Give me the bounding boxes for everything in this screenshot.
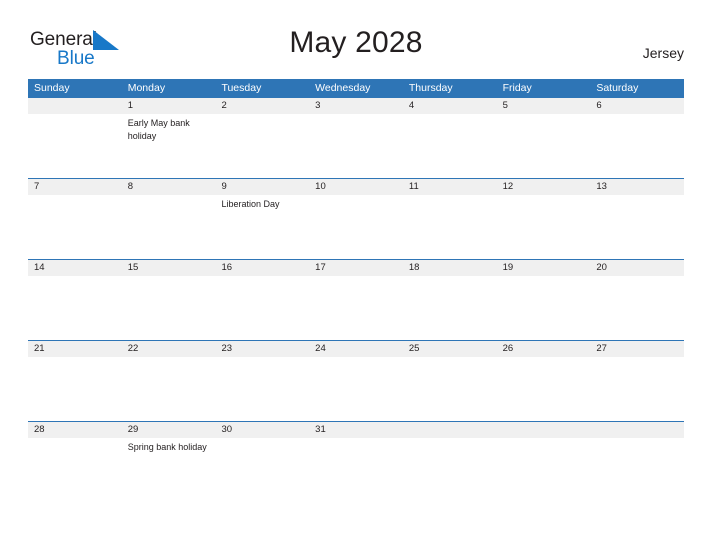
day-event <box>122 357 216 420</box>
day-number[interactable]: 22 <box>122 341 216 357</box>
day-number[interactable]: 6 <box>590 98 684 114</box>
day-number[interactable]: 25 <box>403 341 497 357</box>
day-event <box>309 438 403 501</box>
day-number[interactable]: 16 <box>215 260 309 276</box>
day-number[interactable]: 8 <box>122 179 216 195</box>
day-event <box>122 276 216 339</box>
day-event <box>28 438 122 501</box>
day-event <box>215 114 309 177</box>
weekday-header-friday: Friday <box>502 82 532 94</box>
weekday-header-wednesday: Wednesday <box>315 82 371 94</box>
day-number[interactable]: 20 <box>590 260 684 276</box>
day-event <box>309 357 403 420</box>
week-date-band: 1 2 3 4 5 6 <box>28 98 684 114</box>
week-event-band: Spring bank holiday <box>28 438 684 501</box>
day-number[interactable]: 27 <box>590 341 684 357</box>
week-date-band: 7 8 9 10 11 12 13 <box>28 179 684 195</box>
weekday-header-row: Sunday Monday Tuesday Wednesday Thursday… <box>28 79 684 97</box>
day-event <box>590 438 684 501</box>
day-event <box>403 357 497 420</box>
calendar-page: General Blue May 2028 Jersey Sunday Mond… <box>0 0 712 550</box>
day-event <box>403 276 497 339</box>
day-number[interactable]: 14 <box>28 260 122 276</box>
day-number[interactable]: 9 <box>215 179 309 195</box>
day-number[interactable]: 2 <box>215 98 309 114</box>
day-number[interactable]: 5 <box>497 98 591 114</box>
week-event-band: Early May bank holiday <box>28 114 684 177</box>
day-event <box>497 438 591 501</box>
page-title: May 2028 <box>289 26 423 59</box>
week-row: 7 8 9 10 11 12 13 Liberation Day <box>28 178 684 259</box>
week-event-band <box>28 357 684 420</box>
day-event <box>403 114 497 177</box>
day-number[interactable]: 4 <box>403 98 497 114</box>
day-event <box>590 276 684 339</box>
day-number[interactable] <box>497 422 591 438</box>
day-event <box>497 357 591 420</box>
day-number[interactable]: 11 <box>403 179 497 195</box>
day-event <box>122 195 216 258</box>
day-number[interactable]: 10 <box>309 179 403 195</box>
day-number[interactable]: 13 <box>590 179 684 195</box>
day-event <box>28 276 122 339</box>
week-row: 14 15 16 17 18 19 20 <box>28 259 684 340</box>
day-number[interactable] <box>403 422 497 438</box>
day-number[interactable]: 26 <box>497 341 591 357</box>
page-header: General Blue May 2028 Jersey <box>0 0 712 79</box>
day-event <box>403 195 497 258</box>
day-number[interactable]: 19 <box>497 260 591 276</box>
calendar-table: Sunday Monday Tuesday Wednesday Thursday… <box>28 79 684 502</box>
region-label: Jersey <box>642 45 684 61</box>
day-event <box>497 114 591 177</box>
day-event: Liberation Day <box>221 199 280 209</box>
day-event <box>497 276 591 339</box>
day-event <box>28 357 122 420</box>
week-row: 21 22 23 24 25 26 27 <box>28 340 684 421</box>
day-event <box>309 276 403 339</box>
day-number[interactable]: 1 <box>122 98 216 114</box>
day-number[interactable]: 28 <box>28 422 122 438</box>
day-number[interactable]: 12 <box>497 179 591 195</box>
day-number[interactable]: 29 <box>122 422 216 438</box>
weekday-header-saturday: Saturday <box>596 82 639 94</box>
day-number[interactable]: 18 <box>403 260 497 276</box>
weekday-header-thursday: Thursday <box>408 82 453 94</box>
day-event <box>590 114 684 177</box>
day-event <box>497 195 591 258</box>
day-number[interactable]: 21 <box>28 341 122 357</box>
day-event: Early May bank holiday <box>127 118 190 141</box>
week-row: 1 2 3 4 5 6 Early May bank holiday <box>28 97 684 178</box>
day-number[interactable]: 17 <box>309 260 403 276</box>
week-date-band: 28 29 30 31 <box>28 422 684 438</box>
day-event: Spring bank holiday <box>127 442 207 452</box>
week-date-band: 14 15 16 17 18 19 20 <box>28 260 684 276</box>
day-event <box>215 438 309 501</box>
day-number[interactable] <box>28 98 122 114</box>
day-event <box>309 114 403 177</box>
day-event <box>28 114 122 177</box>
weekday-header-sunday: Sunday <box>34 82 70 94</box>
weekday-header-monday: Monday <box>127 82 166 94</box>
day-event <box>28 195 122 258</box>
day-event <box>403 438 497 501</box>
week-row: 28 29 30 31 Spring bank holiday <box>28 421 684 502</box>
week-event-band: Liberation Day <box>28 195 684 258</box>
day-number[interactable]: 3 <box>309 98 403 114</box>
week-date-band: 21 22 23 24 25 26 27 <box>28 341 684 357</box>
day-number[interactable] <box>590 422 684 438</box>
day-number[interactable]: 24 <box>309 341 403 357</box>
day-event <box>590 357 684 420</box>
week-event-band <box>28 276 684 339</box>
day-event <box>590 195 684 258</box>
weekday-header-tuesday: Tuesday <box>221 82 262 94</box>
day-number[interactable]: 23 <box>215 341 309 357</box>
day-event <box>215 357 309 420</box>
day-number[interactable]: 31 <box>309 422 403 438</box>
day-number[interactable]: 30 <box>215 422 309 438</box>
day-number[interactable]: 7 <box>28 179 122 195</box>
day-event <box>215 276 309 339</box>
day-number[interactable]: 15 <box>122 260 216 276</box>
day-event <box>309 195 403 258</box>
